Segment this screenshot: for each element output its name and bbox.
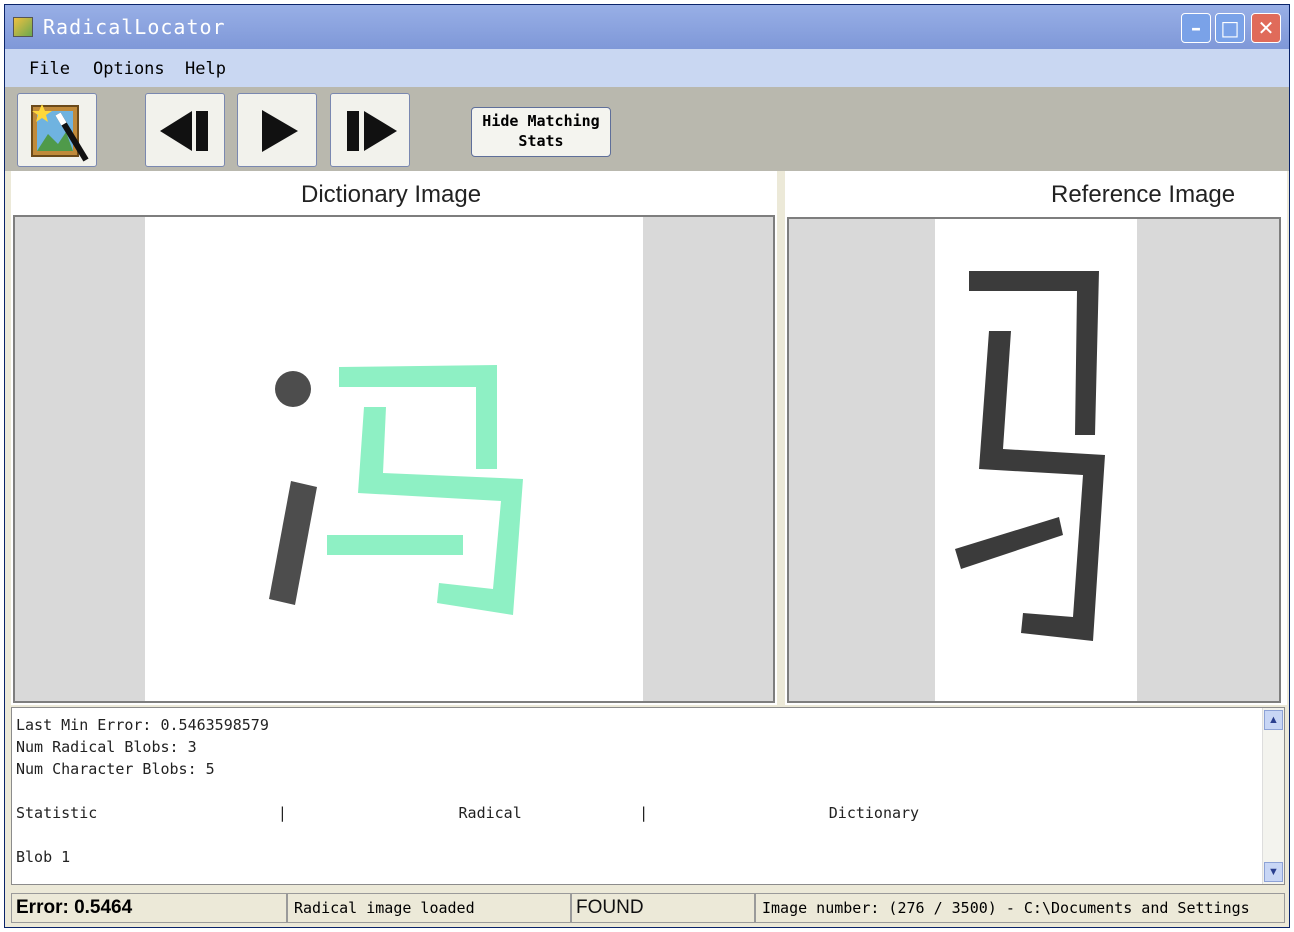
wizard-button[interactable] <box>17 93 97 167</box>
hide-stats-label-line2: Stats <box>518 132 564 150</box>
app-window: RadicalLocator – □ ✕ File Options Help H… <box>4 4 1290 928</box>
previous-button[interactable] <box>145 93 225 167</box>
menu-file[interactable]: File <box>29 59 70 79</box>
status-error: Error: 0.5464 <box>11 893 287 923</box>
reference-panel: Reference Image <box>785 171 1287 705</box>
step-forward-icon <box>347 111 397 151</box>
close-button[interactable]: ✕ <box>1251 13 1281 43</box>
wizard-icon <box>31 104 89 162</box>
scroll-down-icon[interactable]: ▼ <box>1264 862 1283 882</box>
hide-stats-label-line1: Hide Matching <box>482 112 600 130</box>
maximize-button[interactable]: □ <box>1215 13 1245 43</box>
window-title: RadicalLocator <box>43 15 226 39</box>
dictionary-image-title: Dictionary Image <box>301 181 482 208</box>
menu-options[interactable]: Options <box>93 59 165 79</box>
reference-image-title: Reference Image <box>1051 181 1236 208</box>
status-bar: Error: 0.5464 Radical image loaded FOUND… <box>5 887 1289 927</box>
minimize-button[interactable]: – <box>1181 13 1211 43</box>
title-bar[interactable]: RadicalLocator – □ ✕ <box>5 5 1289 49</box>
play-icon <box>262 110 298 152</box>
toolbar: Hide Matching Stats <box>5 87 1289 171</box>
status-result: FOUND <box>571 893 755 923</box>
status-message: Radical image loaded <box>287 893 571 923</box>
status-image-info: Image number: (276 / 3500) - C:\Document… <box>755 893 1285 923</box>
scroll-up-icon[interactable]: ▲ <box>1264 710 1283 730</box>
vertical-scrollbar[interactable]: ▲ ▼ <box>1262 708 1284 884</box>
next-button[interactable] <box>330 93 410 167</box>
menu-bar: File Options Help <box>5 49 1289 87</box>
app-icon <box>13 17 33 37</box>
step-back-icon <box>160 111 208 151</box>
dictionary-character-drawing <box>269 365 523 615</box>
dictionary-image <box>13 215 775 703</box>
matching-stats-text: Last Min Error: 0.5463598579 Num Radical… <box>16 716 920 866</box>
reference-image <box>787 217 1281 703</box>
play-button[interactable] <box>237 93 317 167</box>
hide-matching-stats-button[interactable]: Hide Matching Stats <box>471 107 611 157</box>
dictionary-panel: Dictionary Image <box>11 171 777 705</box>
matching-stats-textbox[interactable]: Last Min Error: 0.5463598579 Num Radical… <box>11 707 1285 885</box>
menu-help[interactable]: Help <box>185 59 226 79</box>
reference-character-drawing <box>955 271 1105 641</box>
